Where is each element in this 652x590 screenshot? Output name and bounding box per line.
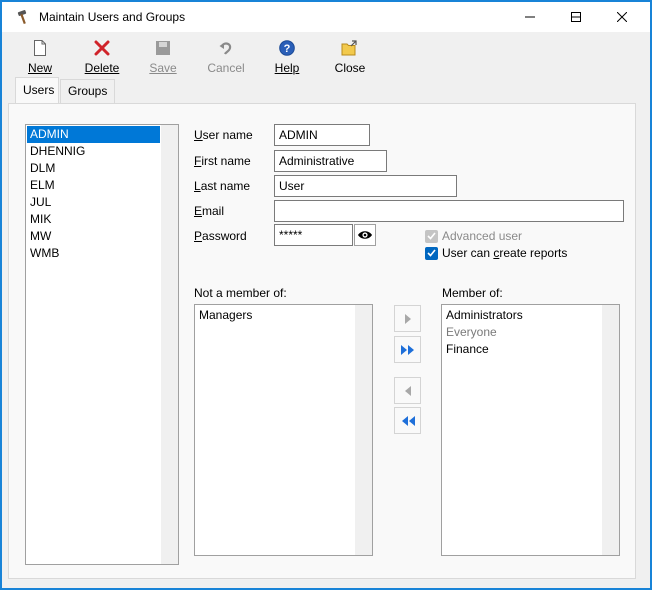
tab-users[interactable]: Users (15, 77, 59, 103)
tab-users-label: Users (23, 83, 55, 97)
help-button[interactable]: ? Help (270, 36, 304, 76)
cancel-label: Cancel (207, 61, 245, 75)
list-item[interactable]: Administrators (443, 307, 601, 324)
create-reports-checkbox[interactable]: User can create reports (425, 246, 567, 260)
list-item[interactable]: ELM (27, 177, 160, 194)
list-item[interactable]: DHENNIG (27, 143, 160, 160)
window-title: Maintain Users and Groups (39, 10, 186, 24)
lastname-field[interactable]: User (274, 175, 457, 197)
users-list[interactable]: ADMIN DHENNIG DLM ELM JUL MIK MW WMB (25, 124, 179, 565)
advanced-user-label: Advanced user (442, 229, 523, 243)
username-field[interactable]: ADMIN (274, 124, 370, 146)
username-label: User name (194, 128, 253, 142)
help-label: Help (274, 61, 300, 75)
member-items: Administrators Everyone Finance (443, 307, 601, 358)
remove-selected-button[interactable] (394, 377, 421, 404)
users-list-scrollbar[interactable] (161, 125, 178, 564)
create-reports-label: User can create reports (442, 246, 568, 260)
not-member-label: Not a member of: (194, 286, 287, 300)
password-label: Password (194, 229, 247, 243)
username-accel: User name (194, 128, 253, 142)
list-item[interactable]: WMB (27, 245, 160, 262)
users-list-items: ADMIN DHENNIG DLM ELM JUL MIK MW WMB (27, 126, 160, 262)
list-item[interactable]: MIK (27, 211, 160, 228)
eye-icon (358, 231, 372, 239)
minimize-button-2[interactable] (507, 2, 553, 32)
delete-label: Delete (84, 61, 120, 75)
firstname-label-text: First name (194, 154, 251, 168)
list-item[interactable]: Managers (196, 307, 354, 324)
lastname-label-text: Last name (194, 179, 251, 193)
list-item[interactable]: DLM (27, 160, 160, 177)
minimize-icon (525, 16, 535, 18)
show-password-button[interactable] (354, 224, 376, 246)
toolbar: New Delete Save Cancel ? Help Close (2, 32, 650, 76)
list-item[interactable]: MW (27, 228, 160, 245)
undo-icon (219, 42, 232, 55)
create-reports-check-icon (425, 246, 438, 260)
arrow-right-icon (404, 313, 411, 324)
arrow-left-icon (404, 385, 411, 396)
hammer-icon (15, 9, 31, 25)
double-arrow-left-icon (401, 415, 415, 426)
remove-all-button[interactable] (394, 407, 421, 434)
maximize-button[interactable] (553, 2, 599, 32)
close-button[interactable]: Close (330, 36, 370, 76)
new-document-icon (34, 40, 46, 56)
not-member-list[interactable]: Managers (194, 304, 373, 556)
save-icon (156, 41, 170, 55)
close-icon (617, 12, 627, 22)
lastname-label: Last name (194, 179, 250, 193)
not-member-list-scrollbar[interactable] (355, 305, 372, 555)
new-label: New (27, 61, 52, 75)
new-button[interactable]: New (20, 36, 60, 76)
email-label-text: Email (194, 204, 225, 218)
close-folder-icon (341, 40, 357, 56)
tab-groups[interactable]: Groups (60, 79, 115, 104)
add-selected-button[interactable] (394, 305, 421, 332)
help-icon: ? (279, 40, 295, 56)
not-member-items: Managers (196, 307, 354, 324)
save-button[interactable]: Save (145, 36, 181, 76)
member-list[interactable]: Administrators Everyone Finance (441, 304, 620, 556)
tab-groups-label: Groups (68, 84, 108, 98)
list-item[interactable]: JUL (27, 194, 160, 211)
delete-x-icon (94, 40, 110, 56)
advanced-user-checkbox[interactable]: Advanced user (425, 229, 522, 243)
double-arrow-right-icon (400, 344, 414, 355)
firstname-label: First name (194, 154, 251, 168)
password-field[interactable]: ***** (274, 224, 353, 246)
main-window: Maintain Users and Groups New Delete Sav… (0, 0, 652, 590)
delete-button[interactable]: Delete (80, 36, 124, 76)
member-label: Member of: (442, 286, 503, 300)
list-item[interactable]: Finance (443, 341, 601, 358)
list-item[interactable]: ADMIN (27, 126, 160, 143)
close-label: Close (334, 61, 366, 75)
maximize-icon (571, 12, 581, 22)
close-window-button[interactable] (599, 2, 645, 32)
svg-text:?: ? (284, 43, 291, 55)
member-list-scrollbar[interactable] (602, 305, 619, 555)
users-panel: ADMIN DHENNIG DLM ELM JUL MIK MW WMB Use… (8, 103, 636, 579)
advanced-user-check-icon (425, 229, 438, 243)
list-item[interactable]: Everyone (443, 324, 601, 341)
password-label-text: Password (194, 229, 247, 243)
email-label: Email (194, 204, 224, 218)
firstname-field[interactable]: Administrative (274, 150, 387, 172)
email-field[interactable] (274, 200, 624, 222)
save-label: Save (149, 61, 177, 75)
cancel-button[interactable]: Cancel (203, 36, 249, 76)
add-all-button[interactable] (394, 336, 421, 363)
